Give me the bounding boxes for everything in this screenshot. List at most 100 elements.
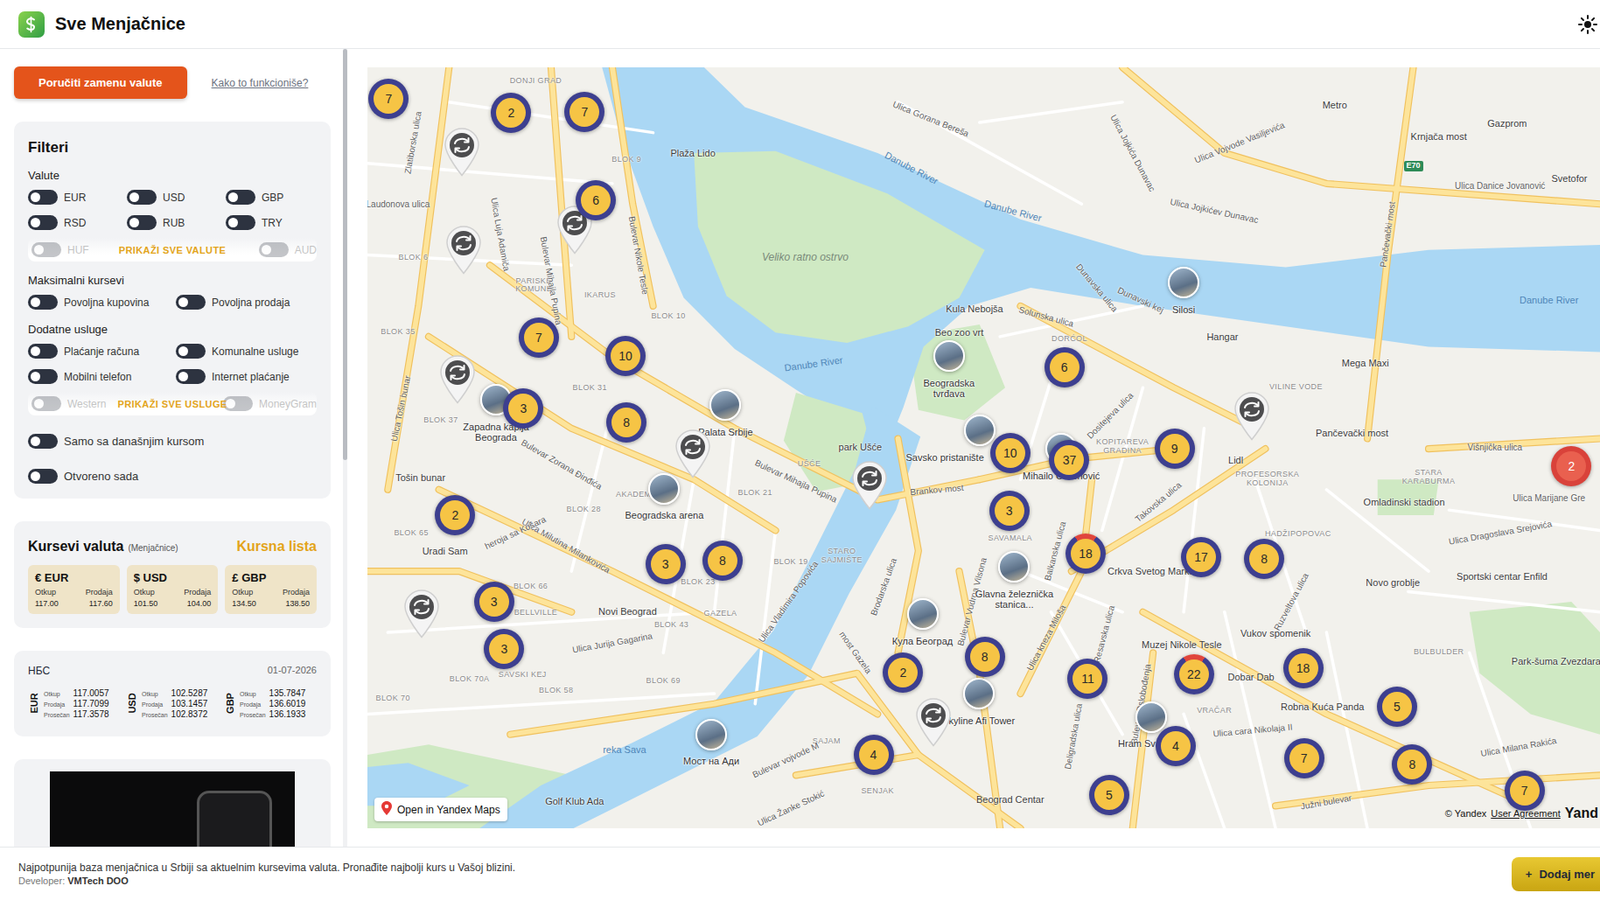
exchange-cluster[interactable]: 8	[702, 540, 743, 581]
filter-toggle[interactable]: TRY	[225, 214, 317, 231]
order-button[interactable]: Poručiti zamenu valute	[13, 66, 188, 99]
filter-toggle[interactable]: Povoljna kupovina	[27, 293, 176, 311]
toggle-switch[interactable]	[31, 396, 62, 412]
exchange-cluster[interactable]: 3	[503, 388, 544, 429]
user-agreement-link[interactable]: User Agreement	[1490, 808, 1560, 819]
toggle-switch[interactable]	[27, 343, 58, 359]
toggle-switch[interactable]	[175, 294, 206, 310]
toggle-switch[interactable]	[225, 189, 256, 205]
exchange-cluster[interactable]: 8	[1243, 538, 1285, 580]
landmark-photo[interactable]	[964, 414, 996, 447]
theme-toggle-icon[interactable]	[1577, 13, 1599, 35]
scrollbar[interactable]	[342, 48, 348, 847]
filter-toggle[interactable]: USD	[126, 188, 226, 206]
show-all-link[interactable]: PRIKAŽI SVE VALUTE	[118, 244, 227, 256]
toggle-switch[interactable]	[27, 433, 58, 449]
exchange-pin-icon[interactable]	[674, 428, 712, 480]
exchange-pin-icon[interactable]	[915, 697, 952, 748]
toggle-switch[interactable]	[175, 369, 206, 385]
toggle-switch[interactable]	[27, 294, 58, 310]
exchange-cluster[interactable]: 4	[1155, 726, 1196, 767]
filter-toggle[interactable]: Komunalne usluge	[175, 342, 317, 360]
filter-toggle[interactable]: Plaćanje računa	[27, 342, 176, 360]
landmark-photo[interactable]	[648, 473, 680, 505]
exchange-pin-icon[interactable]	[1233, 391, 1271, 442]
scrollbar-thumb[interactable]	[342, 48, 348, 461]
landmark-photo[interactable]	[998, 551, 1030, 583]
exchange-cluster[interactable]: 4	[853, 734, 895, 776]
filter-toggle[interactable]: Otvoreno sada	[27, 468, 317, 485]
exchange-cluster[interactable]: 18	[1065, 533, 1106, 574]
exchange-cluster[interactable]: 6	[1044, 347, 1085, 388]
exchange-cluster[interactable]: 6	[575, 180, 616, 221]
exchange-cluster[interactable]: 7	[1284, 738, 1325, 779]
exchange-cluster[interactable]: 3	[645, 544, 686, 585]
developer-name[interactable]: VMTech DOO	[67, 875, 128, 887]
toggle-switch[interactable]	[27, 215, 58, 231]
landmark-photo[interactable]	[907, 598, 939, 630]
exchange-cluster[interactable]: 10	[605, 335, 646, 377]
toggle-switch[interactable]	[27, 369, 58, 385]
filter-toggle[interactable]: GBP	[225, 188, 317, 206]
exchange-cluster[interactable]: 3	[474, 581, 515, 622]
filter-toggle[interactable]: Internet plaćanje	[175, 368, 317, 385]
exchange-cluster[interactable]: 37	[1048, 440, 1090, 481]
exchange-cluster[interactable]: 9	[1154, 428, 1195, 469]
exchange-cluster[interactable]: 7	[1504, 770, 1545, 811]
show-all-link[interactable]: PRIKAŽI SVE USLUGE	[117, 398, 227, 410]
exchange-cluster[interactable]: 2	[490, 92, 532, 133]
logo-icon[interactable]	[18, 11, 45, 38]
filter-toggle[interactable]: RUB	[126, 214, 226, 231]
exchange-pin-icon[interactable]	[403, 588, 441, 640]
exchange-cluster[interactable]: 2	[434, 495, 476, 536]
exchange-pin-icon[interactable]	[851, 460, 888, 511]
landmark-photo[interactable]	[963, 677, 995, 710]
exchange-cluster[interactable]: 7	[518, 317, 559, 358]
toggle-switch[interactable]	[27, 189, 58, 205]
exchange-cluster[interactable]: 7	[564, 91, 605, 133]
exchange-cluster[interactable]: 8	[1391, 744, 1433, 785]
exchange-cluster[interactable]: 2	[882, 652, 923, 693]
exchange-cluster[interactable]: 2	[1551, 446, 1592, 487]
toggle-switch[interactable]	[258, 242, 289, 258]
toggle-switch[interactable]	[175, 343, 206, 359]
filter-toggle[interactable]: HUF	[31, 241, 90, 259]
exchange-cluster[interactable]: 8	[964, 636, 1006, 678]
landmark-photo[interactable]	[1135, 701, 1167, 734]
rate-list-link[interactable]: Kursna lista	[236, 538, 317, 555]
landmark-photo[interactable]	[1167, 266, 1200, 299]
toggle-switch[interactable]	[27, 468, 58, 484]
exchange-cluster[interactable]: 5	[1089, 775, 1130, 816]
filter-toggle[interactable]: Western	[31, 395, 106, 413]
rate-tile[interactable]: $ USDOtkupProdaja101.50104.00	[126, 565, 219, 615]
exchange-cluster[interactable]: 7	[368, 78, 409, 119]
rate-tile[interactable]: £ GBPOtkupProdaja134.50138.50	[224, 565, 317, 615]
add-exchange-button[interactable]: +Dodaj mer	[1511, 857, 1600, 892]
exchange-cluster[interactable]: 11	[1067, 658, 1108, 699]
how-it-works-link[interactable]: Kako to funkcioniše?	[211, 76, 309, 90]
toggle-switch[interactable]	[31, 242, 62, 258]
exchange-cluster[interactable]: 10	[990, 433, 1031, 474]
landmark-photo[interactable]	[695, 719, 727, 751]
open-in-yandex-link[interactable]: Open in Yandex Maps	[374, 797, 508, 822]
exchange-cluster[interactable]: 18	[1283, 648, 1324, 689]
filter-toggle[interactable]: RSD	[27, 214, 127, 231]
exchange-cluster[interactable]: 5	[1376, 686, 1418, 727]
toggle-switch[interactable]	[225, 215, 256, 231]
toggle-switch[interactable]	[126, 215, 157, 231]
filter-toggle[interactable]: Samo sa današnjim kursom	[27, 433, 317, 450]
ad-image[interactable]	[49, 771, 295, 847]
exchange-pin-icon[interactable]	[443, 126, 481, 178]
filter-toggle[interactable]: MoneyGram	[223, 395, 317, 413]
filter-toggle[interactable]: Mobilni telefon	[27, 368, 176, 385]
exchange-cluster[interactable]: 17	[1180, 537, 1222, 578]
exchange-pin-icon[interactable]	[439, 354, 476, 406]
filter-toggle[interactable]: EUR	[27, 188, 127, 206]
exchange-pin-icon[interactable]	[445, 224, 483, 276]
toggle-switch[interactable]	[223, 396, 253, 412]
landmark-photo[interactable]	[933, 340, 965, 372]
landmark-photo[interactable]	[709, 389, 741, 421]
exchange-cluster[interactable]: 8	[606, 402, 647, 443]
map[interactable]: DONJI GRADPlaža LidoUlica Gorana BerešaU…	[367, 67, 1600, 829]
rate-tile[interactable]: € EUROtkupProdaja117.00117.60	[27, 565, 120, 615]
